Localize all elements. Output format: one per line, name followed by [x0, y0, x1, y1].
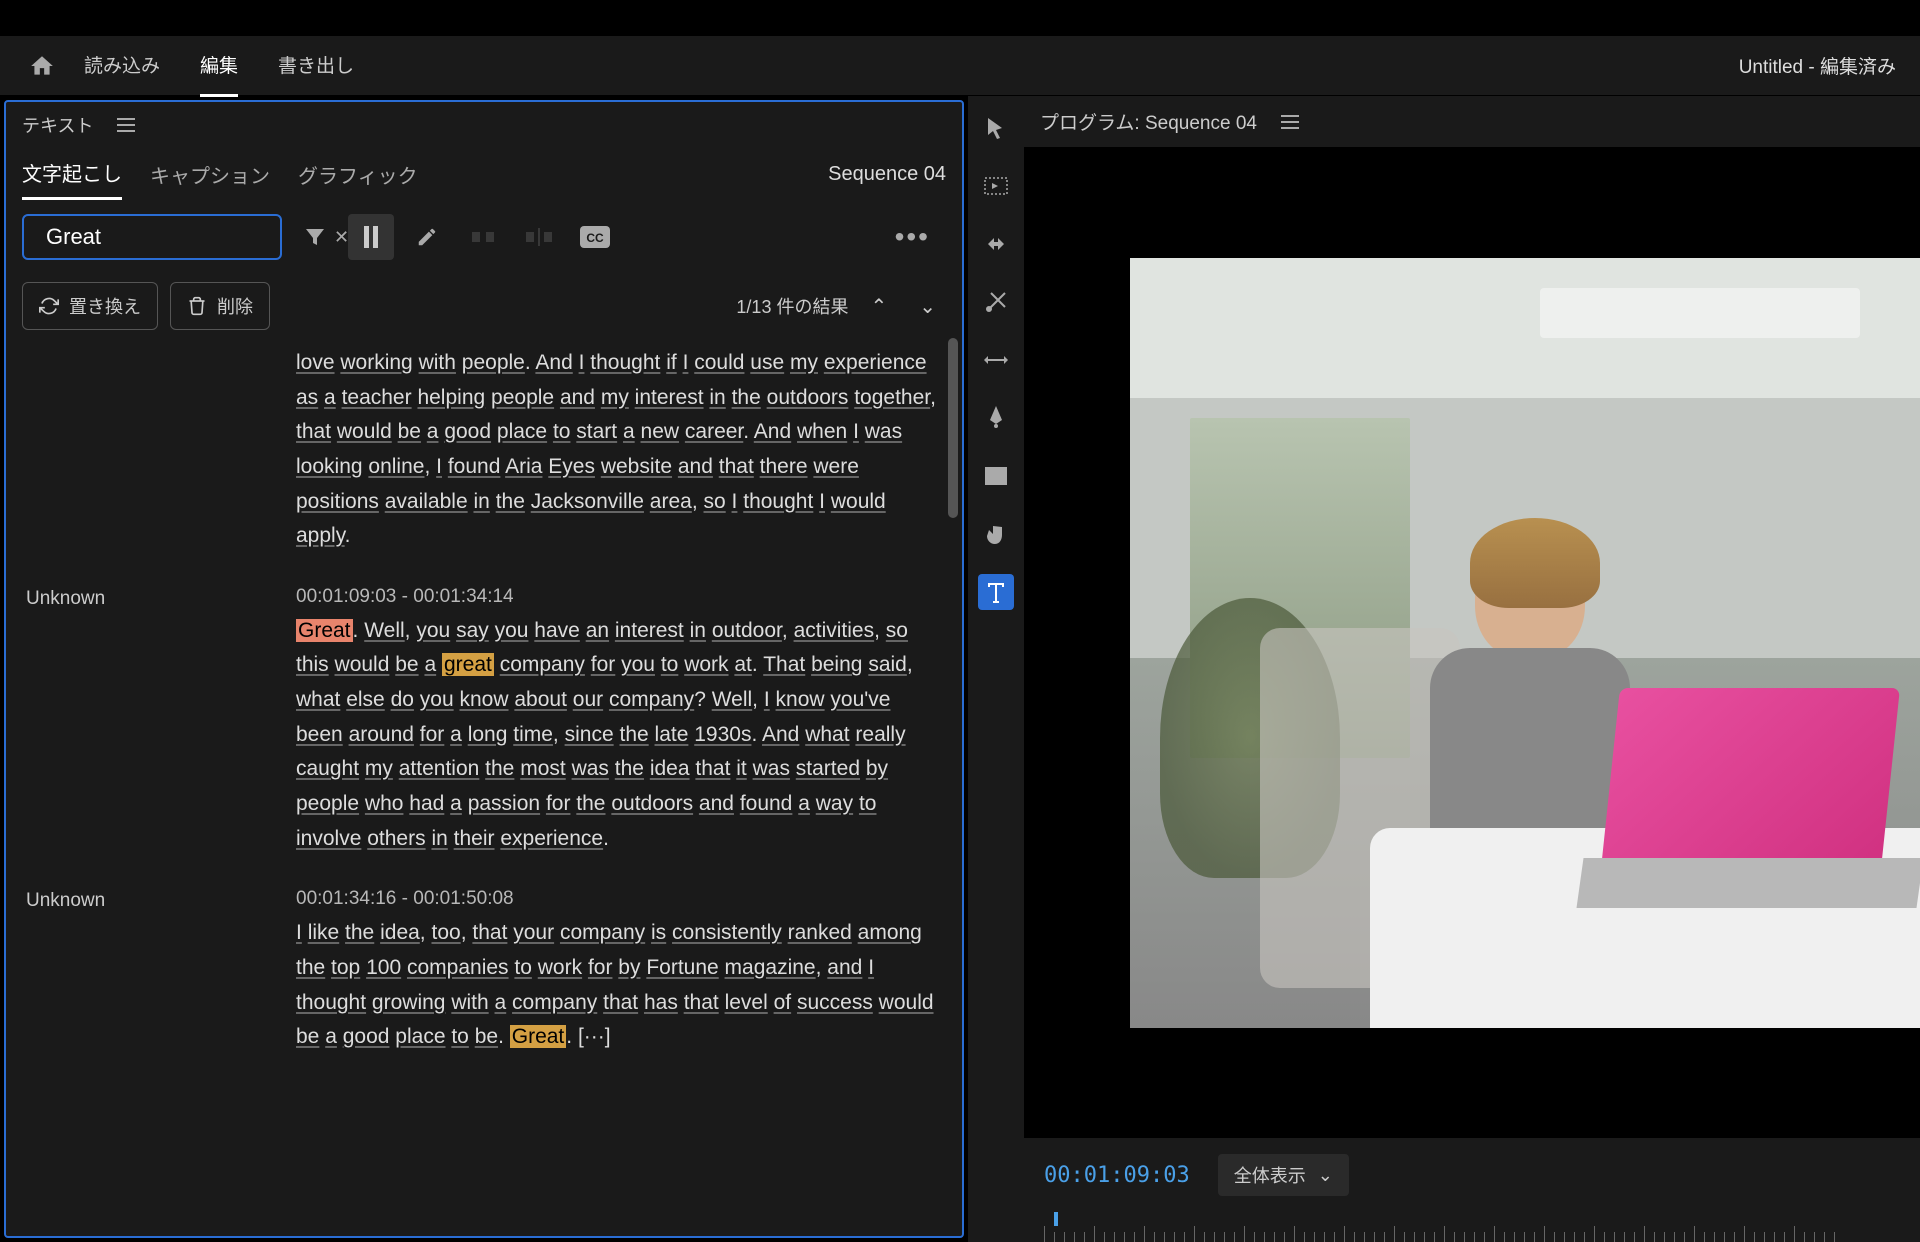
nav-tab-export[interactable]: 書き出し	[278, 35, 354, 97]
speaker-label[interactable]: Unknown	[26, 586, 296, 856]
home-button[interactable]	[24, 48, 60, 84]
cursor-icon	[986, 116, 1006, 140]
pause-marks-button[interactable]	[348, 214, 394, 260]
segment-text[interactable]: love working with people. And I thought …	[296, 346, 942, 554]
playhead[interactable]	[1054, 1212, 1058, 1226]
cc-button[interactable]: CC	[572, 214, 618, 260]
chevron-down-icon: ⌄	[1318, 1165, 1333, 1186]
ripple-icon	[984, 234, 1008, 254]
razor-tool[interactable]	[978, 284, 1014, 320]
search-results-count: 1/13 件の結果	[736, 293, 848, 319]
tab-graphic[interactable]: グラフィック	[298, 150, 418, 199]
replace-label: 置き換え	[69, 293, 141, 319]
transcript-segment: Unknown00:01:09:03 - 00:01:34:14 Great. W…	[26, 586, 942, 856]
tool-strip	[968, 96, 1024, 1242]
segment-text[interactable]: Great. Well, you say you have an interes…	[296, 614, 942, 856]
main-nav-bar: 読み込み 編集 書き出し Untitled - 編集済み	[0, 36, 1920, 96]
split-button[interactable]	[516, 214, 562, 260]
edit-button[interactable]	[404, 214, 450, 260]
tab-transcript[interactable]: 文字起こし	[22, 148, 122, 200]
pencil-icon	[416, 226, 438, 248]
pause-icon	[361, 226, 381, 248]
video-viewport[interactable]	[1024, 147, 1920, 1138]
split-icon	[526, 226, 552, 248]
speaker-label[interactable]	[26, 346, 296, 554]
panel-menu-icon[interactable]	[117, 118, 135, 132]
rectangle-icon	[985, 467, 1007, 485]
track-select-tool[interactable]	[978, 168, 1014, 204]
view-mode-label: 全体表示	[1234, 1162, 1306, 1188]
hand-icon	[985, 522, 1007, 546]
pen-icon	[986, 406, 1006, 430]
program-menu-icon[interactable]	[1281, 115, 1299, 129]
search-box[interactable]: ✕	[22, 214, 282, 260]
track-icon	[984, 177, 1008, 195]
transcript-segment: Unknown00:01:34:16 - 00:01:50:08 I like t…	[26, 888, 942, 1055]
segment-timestamp[interactable]: 00:01:34:16 - 00:01:50:08	[296, 888, 942, 910]
next-result-button[interactable]: ⌄	[909, 294, 946, 319]
home-icon	[29, 53, 55, 79]
svg-text:CC: CC	[586, 231, 604, 245]
delete-button[interactable]: 削除	[170, 282, 270, 330]
sequence-name: Sequence 04	[828, 163, 946, 186]
trash-icon	[187, 296, 207, 316]
delete-label: 削除	[217, 293, 253, 319]
slip-tool[interactable]	[978, 342, 1014, 378]
video-frame	[1130, 258, 1920, 1028]
more-options-button[interactable]: •••	[879, 221, 946, 253]
replace-button[interactable]: 置き換え	[22, 282, 158, 330]
program-label: プログラム: Sequence 04	[1040, 108, 1257, 135]
filter-icon	[303, 225, 327, 249]
transcript-segment: love working with people. And I thought …	[26, 346, 942, 554]
nav-tab-edit[interactable]: 編集	[200, 35, 238, 97]
program-panel: プログラム: Sequence 04	[1024, 96, 1920, 1242]
prev-result-button[interactable]: ⌃	[860, 294, 897, 319]
view-mode-select[interactable]: 全体表示 ⌄	[1218, 1154, 1349, 1196]
current-timecode[interactable]: 00:01:09:03	[1044, 1163, 1190, 1188]
segment-text[interactable]: I like the idea, too, that your company …	[296, 916, 942, 1055]
rectangle-tool[interactable]	[978, 458, 1014, 494]
type-icon	[986, 581, 1006, 603]
segment-timestamp[interactable]: 00:01:09:03 - 00:01:34:14	[296, 586, 942, 608]
search-input[interactable]	[46, 224, 334, 250]
nav-tab-import[interactable]: 読み込み	[84, 35, 160, 97]
tab-caption[interactable]: キャプション	[150, 150, 270, 199]
speaker-label[interactable]: Unknown	[26, 888, 296, 1055]
merge-icon	[470, 226, 496, 248]
hand-tool[interactable]	[978, 516, 1014, 552]
refresh-icon	[39, 296, 59, 316]
razor-icon	[985, 291, 1007, 313]
text-panel: テキスト 文字起こし キャプション グラフィック Sequence 04 ✕	[4, 100, 964, 1238]
type-tool[interactable]	[978, 574, 1014, 610]
scrollbar-thumb[interactable]	[948, 338, 958, 518]
slip-icon	[984, 352, 1008, 368]
ripple-tool[interactable]	[978, 226, 1014, 262]
selection-tool[interactable]	[978, 110, 1014, 146]
cc-icon: CC	[580, 226, 610, 248]
pen-tool[interactable]	[978, 400, 1014, 436]
transcript-body[interactable]: love working with people. And I thought …	[6, 338, 962, 1236]
project-title: Untitled - 編集済み	[1739, 52, 1896, 79]
panel-label-text: テキスト	[22, 112, 93, 138]
timeline-ruler[interactable]	[1044, 1212, 1900, 1242]
filter-button[interactable]	[292, 214, 338, 260]
merge-button[interactable]	[460, 214, 506, 260]
